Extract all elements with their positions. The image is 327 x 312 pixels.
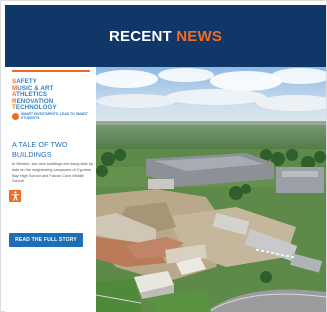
logo-mark-icon bbox=[12, 113, 19, 121]
logo-line-technology: TECHNOLOGY bbox=[12, 104, 57, 112]
read-full-story-label: READ THE FULL STORY bbox=[15, 237, 77, 243]
logo-tagline-row: SMART INVESTMENTS. LEAD TO SMART STUDENT… bbox=[12, 111, 92, 121]
news-feature: SAFETY MUSIC & ART ATHLETICS RENOVATION … bbox=[5, 67, 326, 312]
section-title: RECENT NEWS bbox=[109, 28, 222, 45]
story-sidebar: SAFETY MUSIC & ART ATHLETICS RENOVATION … bbox=[5, 67, 96, 312]
story-summary: In Weston, two new buildings are rising … bbox=[12, 161, 93, 184]
accessibility-person-icon bbox=[11, 191, 19, 201]
smart-logo: SAFETY MUSIC & ART ATHLETICS RENOVATION … bbox=[12, 78, 92, 121]
accessibility-button[interactable] bbox=[9, 190, 21, 202]
section-header: RECENT NEWS bbox=[5, 5, 326, 67]
logo-tagline: SMART INVESTMENTS. LEAD TO SMART STUDENT… bbox=[21, 111, 88, 120]
construction-aerial-photo[interactable] bbox=[96, 67, 326, 312]
aerial-photo-image bbox=[96, 67, 326, 312]
logo-divider bbox=[12, 70, 90, 72]
read-full-story-button[interactable]: READ THE FULL STORY bbox=[9, 233, 83, 247]
section-title-accent: NEWS bbox=[176, 27, 223, 45]
section-title-main: RECENT bbox=[108, 27, 172, 45]
story-title: A TALE OF TWO BUILDINGS bbox=[12, 140, 68, 159]
